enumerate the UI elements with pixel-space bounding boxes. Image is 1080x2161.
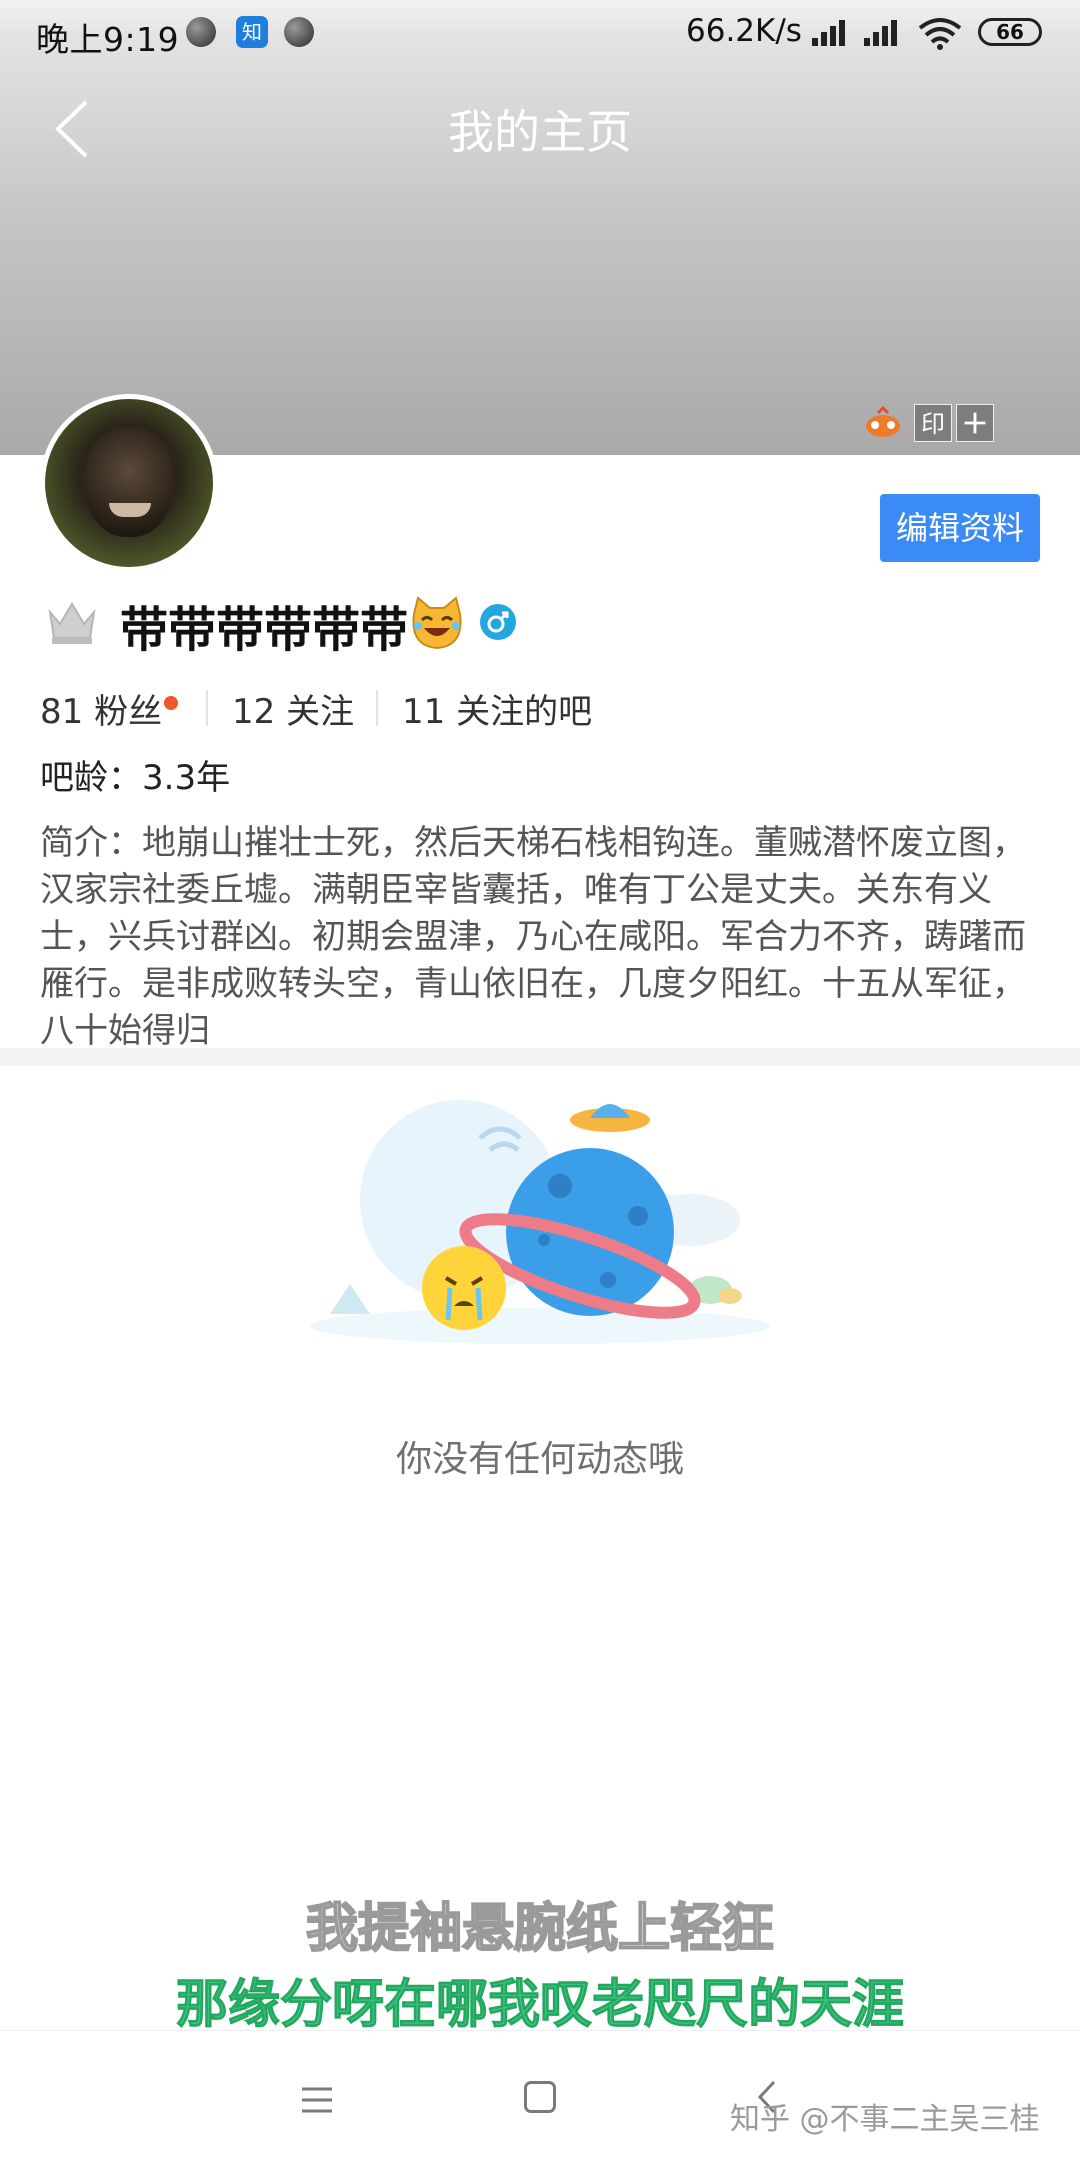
profile-header-background — [0, 0, 1080, 455]
following-stat[interactable]: 12 关注 — [232, 684, 354, 733]
avatar[interactable] — [40, 394, 218, 572]
stat-divider — [376, 690, 378, 726]
fans-stat[interactable]: 81 粉丝 — [40, 684, 162, 733]
avatar-face — [85, 427, 173, 537]
status-time: 晚上9:19 — [36, 20, 180, 59]
status-bar: 晚上9:19 知 66.2K/s 66 — [0, 0, 1080, 66]
stat-divider — [206, 690, 208, 726]
page-title: 我的主页 — [448, 105, 632, 159]
followed-bars-stat[interactable]: 11 关注的吧 — [402, 684, 592, 733]
followed-bars-count: 11 — [402, 692, 446, 732]
video-subtitle-line: 我提袖悬腕纸上轻狂 — [305, 1898, 775, 1960]
signal-icon — [864, 18, 906, 46]
seal-badge[interactable]: 印 — [914, 404, 952, 442]
empty-planet-illustration — [310, 1100, 770, 1344]
edit-profile-button[interactable]: 编辑资料 — [880, 494, 1040, 562]
network-speed: 66.2K/s — [686, 13, 802, 49]
zhihu-notification-icon: 知 — [236, 16, 268, 48]
username: 带带带带带带 — [120, 602, 409, 658]
male-gender-icon — [480, 604, 516, 640]
fans-count: 81 — [40, 692, 84, 732]
following-count: 12 — [232, 692, 276, 732]
following-label: 关注 — [286, 692, 355, 732]
bar-age: 吧龄：3.3年 — [40, 758, 231, 798]
menu-icon[interactable] — [300, 2085, 334, 2115]
add-icon[interactable] — [956, 404, 994, 442]
browser-icon — [284, 17, 314, 47]
section-divider — [0, 1048, 1080, 1066]
fans-label: 粉丝 — [94, 692, 163, 732]
new-fans-dot — [164, 696, 178, 710]
laughing-cat-emoji-icon — [412, 596, 462, 650]
home-icon[interactable] — [524, 2081, 556, 2113]
followed-bars-label: 关注的吧 — [456, 692, 593, 732]
signal-icon — [812, 18, 854, 46]
wifi-icon — [918, 18, 962, 50]
profile-bio: 简介：地崩山摧壮士死，然后天梯石栈相钩连。董贼潜怀废立图，汉家宗社委丘墟。满朝臣… — [40, 823, 1026, 1051]
crown-icon — [48, 602, 96, 644]
empty-state-message: 你没有任何动态哦 — [395, 1439, 684, 1480]
game-controller-icon[interactable] — [864, 404, 902, 442]
browser-icon — [186, 17, 216, 47]
watermark: 知乎 @不事二主吴三桂 — [730, 2102, 1040, 2137]
battery-indicator: 66 — [978, 18, 1042, 46]
video-subtitle-line: 那缘分呀在哪我叹老咫尺的天涯 — [175, 1975, 904, 2036]
